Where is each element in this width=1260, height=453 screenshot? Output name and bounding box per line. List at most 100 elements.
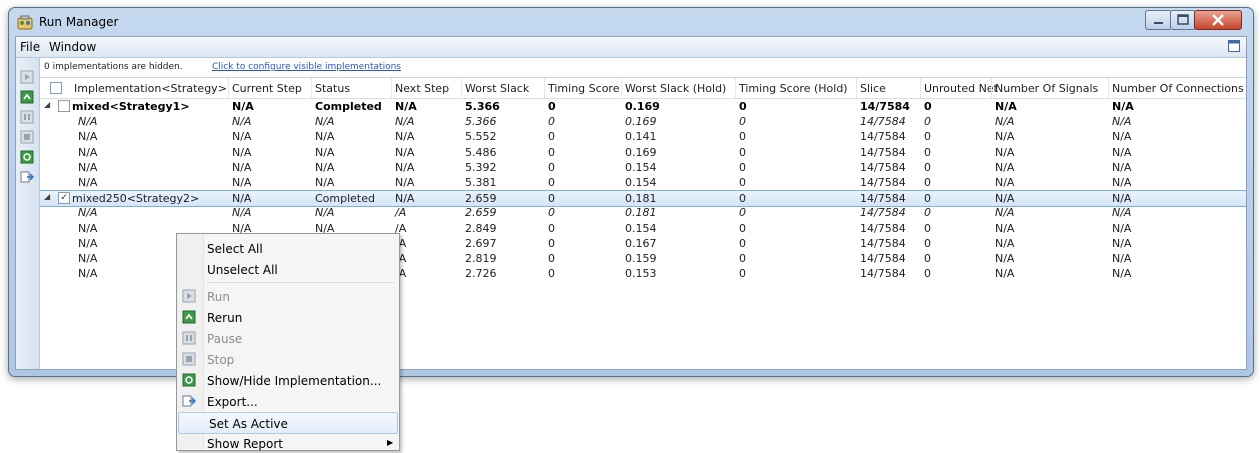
context-menu-item-set-as-active[interactable]: Set As Active xyxy=(178,412,398,434)
cell-current-step: N/A xyxy=(232,100,254,113)
cell-worst-slack-hold: 0.154 xyxy=(625,221,657,235)
table-row[interactable]: N/A N/A N/A N/A 5.381 0 0.154 0 14/7584 0 N/A N/A xyxy=(40,175,1246,190)
cell-timing-score: 0 xyxy=(548,236,555,250)
column-header-worst-slack-hold[interactable]: Worst Slack (Hold) xyxy=(625,82,726,95)
stop-icon xyxy=(182,352,196,366)
cell-worst-slack-hold: 0.141 xyxy=(625,130,657,144)
cell-status: N/A xyxy=(315,206,335,220)
cell-number-of-signals: N/A xyxy=(995,160,1015,174)
column-header-slice[interactable]: Slice xyxy=(860,82,886,95)
cell-timing-score: 0 xyxy=(548,160,555,174)
cell-unrouted-net: 0 xyxy=(924,176,931,189)
column-separator[interactable] xyxy=(621,78,622,98)
column-separator[interactable] xyxy=(1108,78,1109,98)
column-header-worst-slack[interactable]: Worst Slack xyxy=(465,82,529,95)
cell-number-of-signals: N/A xyxy=(995,130,1015,144)
cell-worst-slack: 2.697 xyxy=(465,236,497,250)
cell-current-step: N/A xyxy=(232,130,252,144)
cell-current-step: N/A xyxy=(232,206,252,220)
context-menu-label: Rerun xyxy=(207,311,243,325)
cell-number-of-connections: N/A xyxy=(1112,176,1132,189)
cell-timing-score-hold: 0 xyxy=(739,176,746,189)
table-row[interactable]: N/A N/A N/A N/A 5.552 0 0.141 0 14/7584 0 N/A N/A xyxy=(40,129,1246,144)
context-menu-item-stop[interactable]: Stop xyxy=(177,349,399,369)
column-header-number-of-signals[interactable]: Number Of Signals xyxy=(995,82,1098,95)
column-header-next-step[interactable]: Next Step xyxy=(395,82,449,95)
cell-next-step: N/A xyxy=(395,192,415,206)
column-separator[interactable] xyxy=(991,78,992,98)
cell-number-of-connections: N/A xyxy=(1112,130,1132,144)
row-checkbox[interactable]: ✓ xyxy=(58,192,70,205)
column-header-timing-score-hold[interactable]: Timing Score (Hold) xyxy=(739,82,848,95)
cell-status: N/A xyxy=(315,160,335,174)
column-header-timing-score[interactable]: Timing Score xyxy=(548,82,619,95)
context-menu-item-select-all[interactable]: Select All xyxy=(177,238,399,258)
cell-implementation: mixed<Strategy1> xyxy=(72,100,190,113)
maximize-button[interactable] xyxy=(1170,10,1196,30)
cell-worst-slack: 5.392 xyxy=(465,160,497,174)
export-icon[interactable] xyxy=(20,170,34,184)
column-header-current-step[interactable]: Current Step xyxy=(232,82,302,95)
column-header-number-of-connections[interactable]: Number Of Connections xyxy=(1112,82,1244,95)
cell-unrouted-net: 0 xyxy=(924,236,931,250)
table-row[interactable]: N/A N/A N/A N/A 5.366 0 0.169 0 14/7584 0 N/A N/A xyxy=(40,114,1246,129)
cell-current-step: N/A xyxy=(232,145,252,159)
pause-icon[interactable] xyxy=(20,110,34,124)
column-separator[interactable] xyxy=(735,78,736,98)
expand-collapse-icon[interactable]: ◢ xyxy=(44,192,52,201)
title-bar[interactable]: Run Manager xyxy=(9,8,1253,36)
column-separator[interactable] xyxy=(228,78,229,98)
column-separator[interactable] xyxy=(920,78,921,98)
run-icon[interactable] xyxy=(20,70,34,84)
context-menu-item-show-report[interactable]: Show Report ▶ xyxy=(177,433,399,453)
expand-collapse-icon[interactable]: ◢ xyxy=(44,100,52,109)
column-separator[interactable] xyxy=(461,78,462,98)
cell-slice: 14/7584 xyxy=(860,115,906,129)
side-toolbar xyxy=(16,58,40,369)
context-menu-item-unselect-all[interactable]: Unselect All xyxy=(177,259,399,279)
table-row[interactable]: N/A N/A N/A N/A 5.486 0 0.169 0 14/7584 0 N/A N/A xyxy=(40,145,1246,160)
cell-unrouted-net: 0 xyxy=(924,192,931,206)
cell-timing-score: 0 xyxy=(548,221,555,235)
cell-number-of-connections: N/A xyxy=(1112,100,1134,113)
column-header-unrouted-net[interactable]: Unrouted Net xyxy=(924,82,998,95)
cell-next-step: /A xyxy=(395,206,407,220)
show-hide-icon xyxy=(182,373,196,387)
column-separator[interactable] xyxy=(856,78,857,98)
cell-worst-slack-hold: 0.154 xyxy=(625,160,657,174)
table-row[interactable]: N/A N/A N/A N/A 5.392 0 0.154 0 14/7584 0 N/A N/A xyxy=(40,160,1246,175)
select-all-checkbox[interactable] xyxy=(50,82,62,94)
column-separator[interactable] xyxy=(544,78,545,98)
column-separator[interactable] xyxy=(391,78,392,98)
context-menu-item-rerun[interactable]: Rerun xyxy=(177,307,399,327)
cell-worst-slack-hold: 0.169 xyxy=(625,115,657,129)
column-header-implementation[interactable]: Implementation<Strategy> xyxy=(74,82,227,95)
table-row[interactable]: ◢ mixed<Strategy1> N/A Completed N/A 5.366 0 0.… xyxy=(40,99,1246,114)
cell-number-of-connections: N/A xyxy=(1112,145,1132,159)
minimize-button[interactable] xyxy=(1145,10,1172,30)
rerun-icon[interactable] xyxy=(20,90,34,104)
table-row[interactable]: N/A N/A N/A/A 2.659 0 0.181 0 14/7584 0 N/A N/A xyxy=(40,205,1246,220)
context-menu-label: Pause xyxy=(207,332,243,346)
menu-window[interactable]: Window xyxy=(49,40,96,54)
context-menu-item-export[interactable]: Export... xyxy=(177,391,399,411)
column-separator[interactable] xyxy=(311,78,312,98)
cell-status: Completed xyxy=(315,100,382,113)
stop-icon[interactable] xyxy=(20,130,34,144)
context-menu-item-run[interactable]: Run xyxy=(177,286,399,306)
context-menu-item-show-hide-implementation[interactable]: Show/Hide Implementation... xyxy=(177,370,399,390)
close-button[interactable] xyxy=(1194,10,1242,30)
context-menu-label: Run xyxy=(207,290,231,304)
column-header-status[interactable]: Status xyxy=(315,82,350,95)
row-checkbox[interactable] xyxy=(58,100,70,112)
menu-file[interactable]: File xyxy=(20,40,40,54)
context-menu-item-pause[interactable]: Pause xyxy=(177,328,399,348)
cell-slice: 14/7584 xyxy=(860,206,906,220)
cell-current-step: N/A xyxy=(232,192,252,206)
cell-current-step: N/A xyxy=(232,115,252,129)
cell-slice: 14/7584 xyxy=(860,160,906,174)
cell-number-of-connections: N/A xyxy=(1112,267,1132,281)
configure-visible-link[interactable]: Click to configure visible implementatio… xyxy=(212,62,401,72)
show-hide-icon[interactable] xyxy=(20,150,34,164)
restore-pane-icon[interactable] xyxy=(1228,40,1240,52)
